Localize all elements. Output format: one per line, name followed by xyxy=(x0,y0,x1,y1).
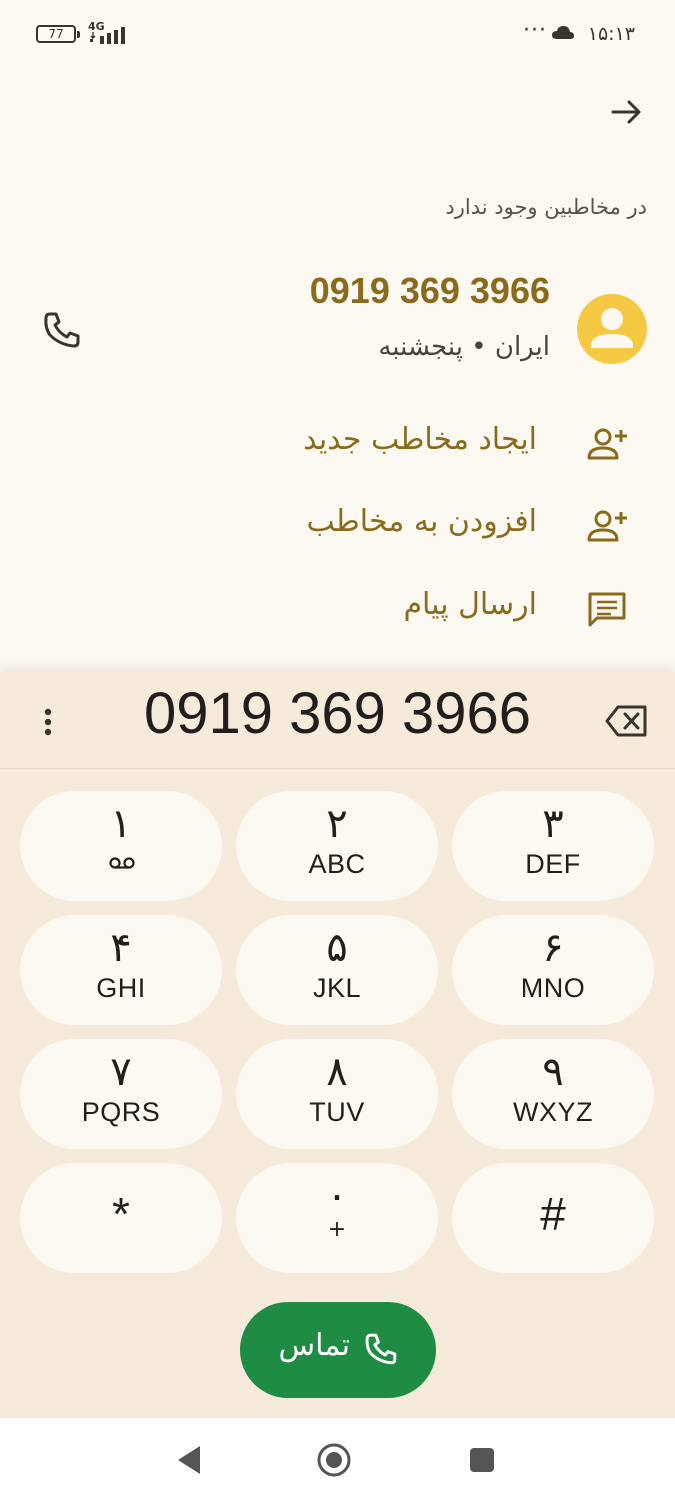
key-letters: ABC xyxy=(308,849,366,879)
key-digit: ۴ xyxy=(110,925,132,971)
key-4[interactable]: ۴ GHI xyxy=(20,915,222,1025)
create-contact-label: ایجاد مخاطب جدید xyxy=(303,422,537,457)
person-add-icon xyxy=(587,428,627,460)
key-7[interactable]: ۷ PQRS xyxy=(20,1039,222,1149)
signal-icon xyxy=(90,27,125,44)
create-contact-row[interactable]: ایجاد مخاطب جدید xyxy=(0,408,675,480)
key-6[interactable]: ۶ MNO xyxy=(452,915,654,1025)
contact-number: 0919 369 3966 xyxy=(309,270,550,311)
more-notifications-icon: ··· xyxy=(523,18,547,43)
key-8[interactable]: ۸ TUV xyxy=(236,1039,438,1149)
key-1[interactable]: ۱ xyxy=(20,791,222,901)
status-bar: 77 4G ··· ۱۵:۱۳ xyxy=(0,0,675,68)
key-digit: ۲ xyxy=(326,801,348,847)
message-icon xyxy=(588,592,626,627)
dialed-number[interactable]: 0919 369 3966 xyxy=(80,680,595,747)
key-letters: TUV xyxy=(309,1097,365,1127)
key-digit: * xyxy=(112,1188,130,1240)
cloud-icon xyxy=(552,26,574,39)
key-digit: ۹ xyxy=(542,1049,564,1095)
person-icon xyxy=(591,308,633,348)
add-to-contact-row[interactable]: افزودن به مخاطب xyxy=(0,490,675,562)
battery-icon: 77 xyxy=(36,25,80,43)
status-time: ۱۵:۱۳ xyxy=(587,23,635,45)
person-add-icon xyxy=(587,510,627,542)
key-letters: WXYZ xyxy=(513,1097,593,1127)
key-letters: + xyxy=(327,1217,347,1242)
nav-home-icon[interactable] xyxy=(316,1442,352,1478)
key-digit: ۱ xyxy=(110,801,132,847)
navigation-bar xyxy=(0,1418,675,1500)
key-letters: MNO xyxy=(520,973,586,1003)
key-digit: ۳ xyxy=(542,801,564,847)
voicemail-icon xyxy=(109,857,135,869)
key-digit: ۵ xyxy=(326,925,348,971)
key-digit: ۶ xyxy=(542,925,564,971)
contact-subtitle: ایران • پنجشنبه xyxy=(378,332,550,362)
send-message-row[interactable]: ارسال پیام xyxy=(0,573,675,645)
key-digit: ۷ xyxy=(110,1049,132,1095)
key-digit: ۰ xyxy=(326,1173,348,1219)
call-button-label: تماس xyxy=(278,1328,350,1363)
dialer-screen: 77 4G ··· ۱۵:۱۳ در مخاطبین وجود ندارد 09… xyxy=(0,0,675,1500)
digits-bar: 0919 369 3966 xyxy=(0,672,675,769)
key-letters: PQRS xyxy=(81,1097,161,1127)
key-digit: ۸ xyxy=(326,1049,348,1095)
phone-icon xyxy=(365,1333,397,1365)
dialpad-sheet: 0919 369 3966 ۱ ۲ ABC ۳ DEF ۴ GHI ۵ JKL … xyxy=(0,672,675,1418)
send-message-label: ارسال پیام xyxy=(403,587,537,622)
phone-icon[interactable] xyxy=(40,308,84,352)
key-5[interactable]: ۵ JKL xyxy=(236,915,438,1025)
more-vert-icon[interactable] xyxy=(32,702,64,742)
key-letters: JKL xyxy=(312,973,362,1003)
key-digit: # xyxy=(540,1188,566,1240)
add-to-contact-label: افزودن به مخاطب xyxy=(306,504,537,539)
avatar xyxy=(577,294,647,364)
key-hash[interactable]: # xyxy=(452,1163,654,1273)
nav-back-icon[interactable] xyxy=(174,1444,204,1476)
not-in-contacts-label: در مخاطبین وجود ندارد xyxy=(445,195,647,219)
key-2[interactable]: ۲ ABC xyxy=(236,791,438,901)
key-star[interactable]: * xyxy=(20,1163,222,1273)
key-3[interactable]: ۳ DEF xyxy=(452,791,654,901)
key-9[interactable]: ۹ WXYZ xyxy=(452,1039,654,1149)
call-button[interactable]: تماس xyxy=(240,1302,436,1398)
back-arrow-icon[interactable] xyxy=(607,92,647,132)
key-letters: GHI xyxy=(96,973,146,1003)
key-letters: DEF xyxy=(525,849,581,879)
key-0[interactable]: ۰ + xyxy=(236,1163,438,1273)
backspace-icon[interactable] xyxy=(605,704,649,738)
nav-recents-icon[interactable] xyxy=(468,1446,496,1474)
